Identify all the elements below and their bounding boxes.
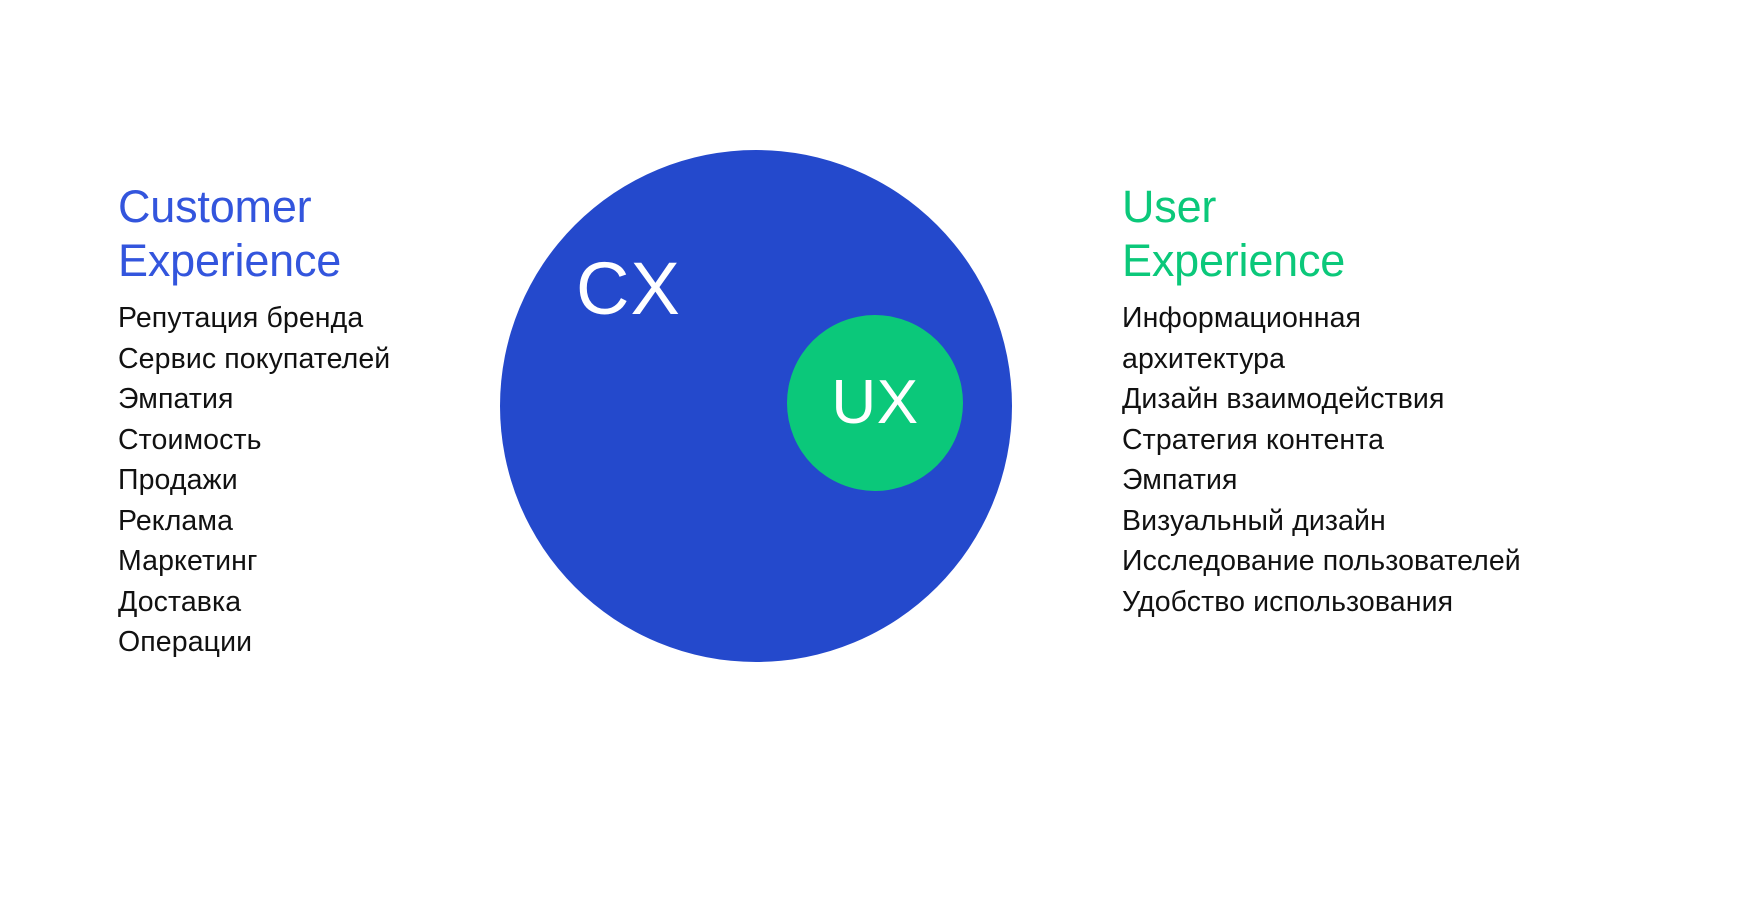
list-item: Эмпатия <box>1122 464 1238 496</box>
diagram-canvas: Customer Experience Репутация бренда Серв… <box>0 0 1744 900</box>
user-experience-list: Информационная архитектура Дизайн взаимод… <box>1122 298 1522 622</box>
list-item: Репутация бренда <box>118 302 364 334</box>
ux-circle-label: UX <box>831 368 919 437</box>
list-item: Информационная архитектура <box>1122 302 1362 375</box>
list-item: Маркетинг <box>118 545 258 577</box>
user-experience-heading: User Experience <box>1122 181 1346 286</box>
list-item: Визуальный дизайн <box>1122 504 1386 537</box>
cx-circle-label: CX <box>576 247 681 330</box>
customer-experience-list: Репутация бренда Сервис покупателей Эмпати… <box>118 298 478 663</box>
list-item: Удобство использования <box>1122 585 1454 618</box>
list-item: Сервис покупателей <box>118 342 391 375</box>
list-item: Эмпатия <box>118 383 234 415</box>
list-item: Исследование пользователей <box>1122 545 1521 577</box>
list-item: Реклама <box>118 504 234 537</box>
customer-experience-column: Customer Experience Репутация бренда Серв… <box>118 180 478 663</box>
venn-diagram: CX UX <box>500 150 1012 662</box>
list-item: Дизайн взаимодействия <box>1122 383 1445 415</box>
list-item: Продажи <box>118 464 238 496</box>
list-item: Доставка <box>118 585 242 618</box>
user-experience-column: User Experience Информационная архитекту… <box>1122 180 1522 622</box>
list-item: Операции <box>118 626 253 658</box>
list-item: Стратегия контента <box>1122 423 1385 456</box>
customer-experience-heading: Customer Experience <box>118 181 342 286</box>
list-item: Стоимость <box>118 423 262 456</box>
